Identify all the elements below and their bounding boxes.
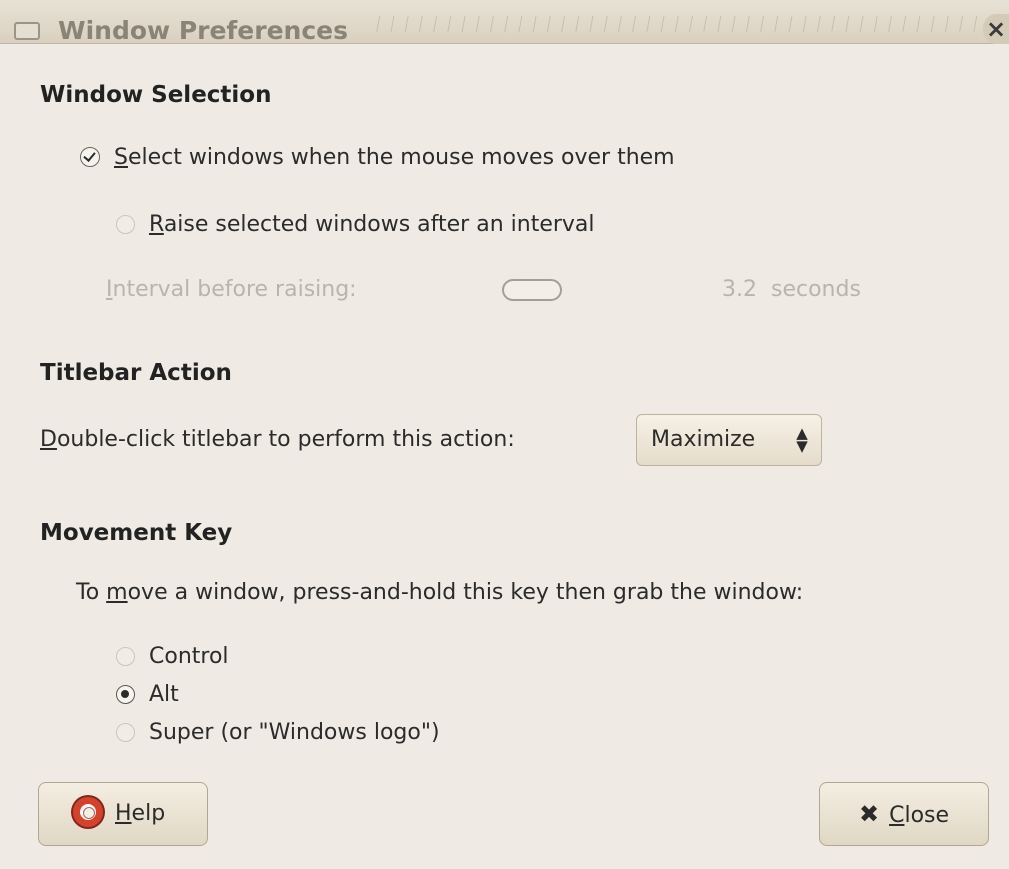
raise-after-interval-checkbox[interactable]: Raise selected windows after an interval (116, 210, 595, 240)
title-bar[interactable]: Window Preferences × (0, 0, 1009, 45)
raise-label: aise selected windows after an interval (163, 212, 595, 237)
help-label: Help (115, 783, 165, 845)
window-menu-icon[interactable] (14, 22, 40, 40)
movement-key-prompt: To move a window, press-and-hold this ke… (76, 578, 803, 608)
close-mnemonic: C (889, 803, 905, 828)
prompt-mnemonic: m (106, 580, 128, 605)
interval-label-text: nterval before raising: (112, 277, 357, 302)
section-heading-movement-key: Movement Key (40, 520, 233, 546)
section-heading-window-selection: Window Selection (40, 82, 272, 108)
interval-slider[interactable] (502, 279, 562, 301)
select-on-hover-label: elect windows when the mouse moves over … (127, 145, 675, 170)
raise-mnemonic: R (149, 212, 164, 237)
radio-super[interactable]: Super (or "Windows logo") (116, 718, 440, 748)
double-click-mnemonic: D (40, 427, 57, 452)
close-label-rest: lose (904, 803, 950, 828)
close-icon[interactable]: × (983, 14, 1009, 44)
help-mnemonic: H (115, 801, 132, 826)
combo-arrows-icon: ▲ ▼ (796, 424, 808, 455)
prompt-start: To (76, 580, 107, 605)
close-x-icon: ✖ (858, 800, 880, 828)
select-on-hover-mnemonic: S (114, 145, 128, 170)
checkbox-checked-icon[interactable] (80, 147, 100, 167)
help-label-rest: elp (131, 801, 166, 826)
close-button[interactable]: ✖ Close (819, 782, 989, 846)
titlebar-action-combo[interactable]: Maximize ▲ ▼ (636, 414, 822, 466)
radio-selected-icon[interactable] (116, 685, 135, 704)
window-title: Window Preferences (58, 16, 348, 45)
double-click-label: Double-click titlebar to perform this ac… (40, 425, 515, 455)
interval-unit: seconds (771, 277, 861, 302)
radio-alt-label: Alt (149, 682, 179, 707)
radio-control[interactable]: Control (116, 642, 229, 672)
lifebuoy-help-icon (73, 797, 103, 827)
radio-unselected-icon[interactable] (116, 723, 135, 742)
title-bar-grip (370, 16, 983, 32)
interval-value: 3.2 (722, 277, 757, 302)
radio-control-label: Control (149, 644, 229, 669)
checkbox-unchecked-icon[interactable] (116, 215, 135, 234)
radio-alt[interactable]: Alt (116, 680, 179, 710)
interval-value-readout: 3.2 seconds (722, 275, 861, 305)
window-preferences-dialog: Window Preferences × Window Selection Se… (0, 0, 1009, 869)
double-click-label-text: ouble-click titlebar to perform this act… (56, 427, 515, 452)
section-heading-titlebar-action: Titlebar Action (40, 360, 232, 386)
select-on-hover-checkbox[interactable]: Select windows when the mouse moves over… (80, 143, 675, 173)
radio-unselected-icon[interactable] (116, 647, 135, 666)
titlebar-action-selected: Maximize (651, 427, 756, 452)
radio-super-label: Super (or "Windows logo") (149, 720, 440, 745)
prompt-rest: ove a window, press-and-hold this key th… (127, 580, 804, 605)
interval-label: Interval before raising: (106, 275, 357, 305)
help-button[interactable]: Help (38, 782, 208, 846)
